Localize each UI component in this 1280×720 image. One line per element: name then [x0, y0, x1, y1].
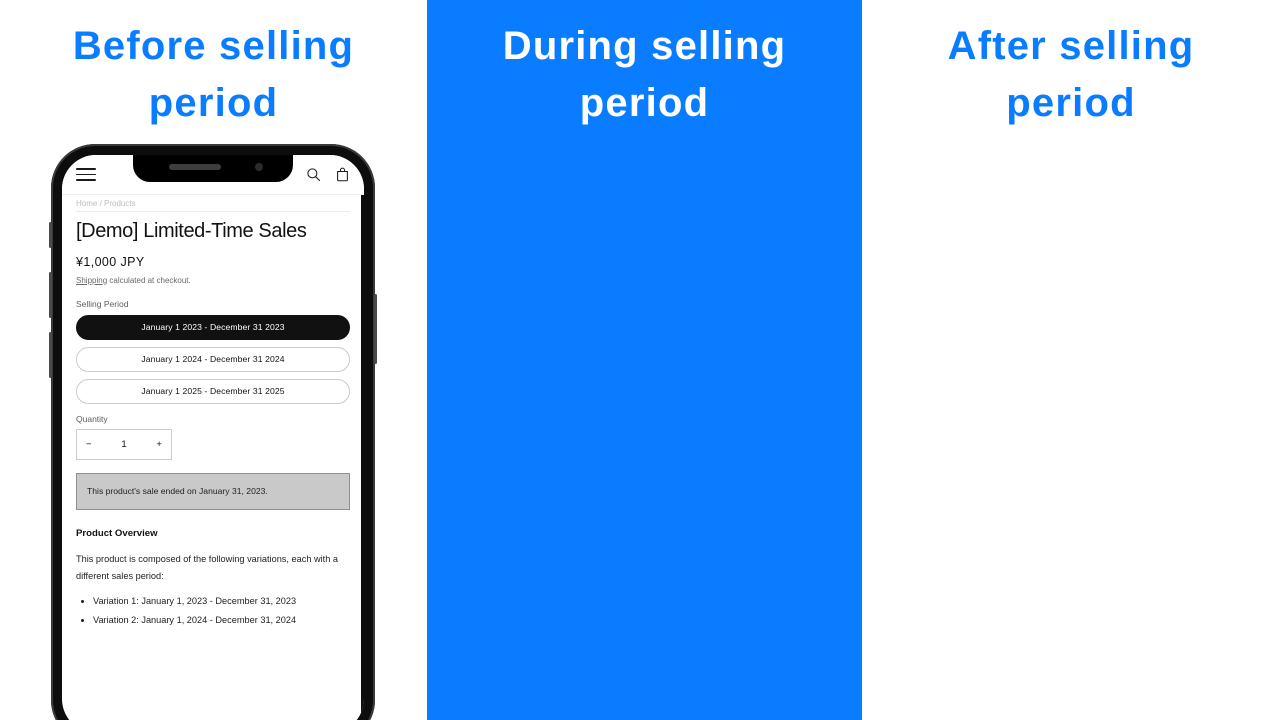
product-price: ¥1,000 JPY: [76, 254, 145, 269]
hamburger-icon[interactable]: [76, 168, 96, 181]
quantity-label: Quantity: [76, 413, 108, 424]
option-2025[interactable]: January 1 2025 - December 31 2025: [76, 378, 350, 404]
panel-before-selling: Before selling period Too: [0, 0, 427, 720]
overview-body: This product is composed of the followin…: [76, 554, 338, 582]
header-actions: [306, 167, 350, 182]
phone-bezel: Toon Home / Products [Demo] Limited-Time…: [62, 155, 364, 720]
option-2024[interactable]: January 1 2024 - December 31 2024: [76, 346, 350, 372]
option-2023[interactable]: January 1 2023 - December 31 2023: [76, 314, 350, 340]
cart-icon[interactable]: [335, 167, 350, 182]
phone-notch: [133, 155, 293, 182]
overview-list: Variation 1: January 1, 2023 - December …: [76, 593, 350, 629]
quantity-stepper[interactable]: − 1 +: [76, 428, 172, 460]
list-item: Variation 1: January 1, 2023 - December …: [93, 593, 350, 610]
availability-notice: This product's sale ended on January 31,…: [76, 472, 350, 511]
earpiece-speaker: [169, 164, 221, 170]
product-page-content: Home / Products [Demo] Limited-Time Sale…: [62, 195, 364, 630]
phone-mockup: Toon Home / Products [Demo] Limited-Time…: [49, 144, 377, 720]
quantity-value[interactable]: 1: [121, 439, 126, 450]
search-icon[interactable]: [306, 167, 321, 182]
shipping-link[interactable]: Shipping: [76, 276, 107, 285]
scrollbar[interactable]: [361, 195, 364, 720]
product-title: [Demo] Limited-Time Sales: [76, 220, 307, 242]
decrement-icon[interactable]: −: [86, 439, 92, 450]
list-item: Variation 2: January 1, 2024 - December …: [93, 612, 350, 629]
volume-down-button[interactable]: [49, 332, 52, 378]
panel-headline: Before selling period: [72, 24, 355, 125]
overview-title: Product Overview: [76, 528, 158, 540]
shipping-note-rest: calculated at checkout.: [107, 275, 191, 285]
increment-icon[interactable]: +: [156, 439, 162, 450]
panel-after-selling: After selling period Toon: [862, 0, 1280, 720]
panel-headline: After selling period: [947, 24, 1195, 125]
shipping-note: Shipping calculated at checkout.: [76, 276, 350, 285]
mute-switch[interactable]: [49, 222, 52, 248]
phone-screen: Toon Home / Products [Demo] Limited-Time…: [62, 155, 364, 720]
panel-during-selling: During selling period Too: [427, 0, 862, 720]
panel-headline: During selling period: [502, 24, 787, 125]
comparison-stage: Before selling period Too: [0, 0, 1280, 720]
volume-up-button[interactable]: [49, 272, 52, 318]
front-camera: [255, 163, 263, 171]
breadcrumb[interactable]: Home / Products: [76, 195, 350, 212]
power-button[interactable]: [374, 294, 377, 364]
selling-period-label: Selling Period: [76, 298, 129, 309]
